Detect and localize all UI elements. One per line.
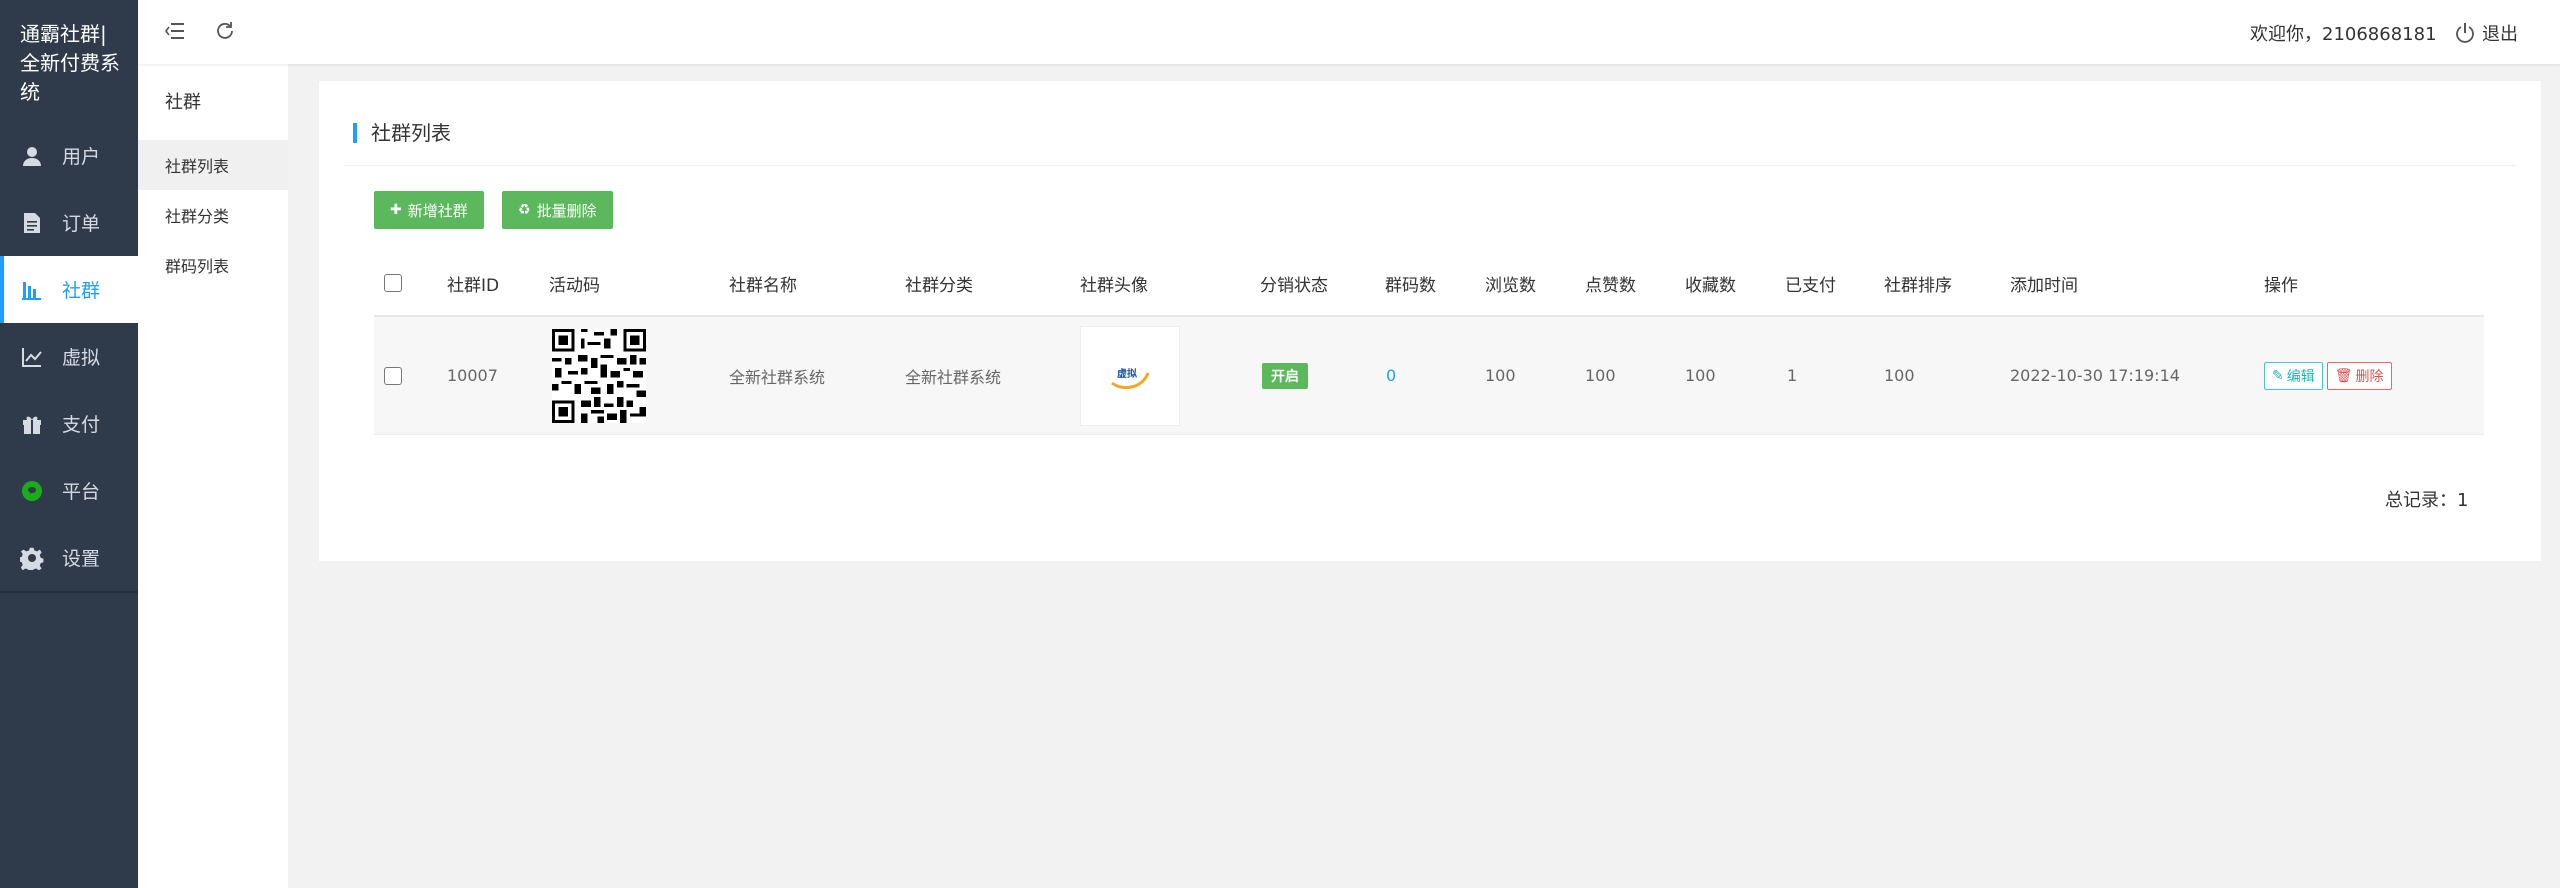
edit-button[interactable]: ✎ 编辑: [2264, 361, 2323, 390]
bars-icon: [20, 278, 44, 302]
brand-line-2: 全新付费系: [20, 51, 120, 75]
sidebar-item-community[interactable]: 社群: [0, 256, 138, 323]
community-avatar: 虚拟: [1080, 325, 1180, 426]
recycle-icon: ♻: [518, 202, 531, 218]
sidebar-item-label: 用户: [62, 146, 101, 168]
sub-sidebar: 社群 社群列表 社群分类 群码列表: [138, 0, 288, 888]
document-icon: [20, 211, 44, 235]
cell-avatar: 虚拟: [1080, 317, 1180, 434]
sidebar-item-order[interactable]: 订单: [0, 189, 138, 256]
logout-label: 退出: [2482, 24, 2518, 45]
sidebar-item-label: 虚拟: [62, 347, 101, 369]
activity-qr-code: [552, 317, 646, 434]
card-title: 社群列表: [353, 123, 451, 143]
delete-button[interactable]: 🗑 删除: [2326, 361, 2392, 390]
header-actions: 操作: [2264, 275, 2298, 296]
header-name: 社群名称: [729, 275, 797, 296]
cell-distribution-status: 开启: [1262, 317, 1308, 434]
power-icon: [2454, 22, 2476, 44]
trash-icon: 🗑: [2334, 367, 2353, 384]
header-views: 浏览数: [1485, 275, 1536, 296]
plus-icon: ✚: [390, 202, 402, 218]
cell-favorites: 100: [1685, 366, 1716, 385]
cell-category: 全新社群系统: [905, 367, 1002, 387]
table-row: 10007 全新社群系统 全新社群系统 虚拟 开启 0 100 100 100 …: [374, 317, 2484, 435]
sidebar-item-label: 平台: [62, 481, 101, 503]
community-list-card: 社群列表 ✚ 新增社群 ♻ 批量删除 社群ID 活动码 社群名称 社群分类 社群…: [319, 81, 2541, 561]
edit-label: 编辑: [2286, 368, 2315, 385]
header-sort: 社群排序: [1884, 275, 1952, 296]
chart-line-icon: [20, 345, 44, 369]
refresh-icon[interactable]: [212, 18, 238, 44]
main-sidebar: 通霸社群| 全新付费系 统 用户 订单 社群 虚拟 支付 平台 设置: [0, 0, 138, 888]
header-favorites: 收藏数: [1685, 275, 1736, 296]
subnav-item-code-list[interactable]: 群码列表: [138, 240, 288, 290]
subnav-item-community-category[interactable]: 社群分类: [138, 190, 288, 240]
community-table: 社群ID 活动码 社群名称 社群分类 社群头像 分销状态 群码数 浏览数 点赞数…: [374, 251, 2484, 435]
total-records: 总记录：1: [2385, 490, 2469, 511]
header-activity-code: 活动码: [549, 275, 600, 296]
header-avatar: 社群头像: [1080, 275, 1148, 296]
qr-code-image: [552, 328, 646, 423]
header-added-time: 添加时间: [2010, 275, 2078, 296]
header-id: 社群ID: [447, 275, 500, 296]
sidebar-item-label: 订单: [62, 213, 101, 235]
gift-icon: [20, 412, 44, 436]
logout-button[interactable]: 退出: [2454, 20, 2518, 46]
cell-added-time: 2022-10-30 17:19:14: [2010, 366, 2180, 385]
sidebar-item-virtual[interactable]: 虚拟: [0, 323, 138, 390]
cell-likes: 100: [1585, 366, 1616, 385]
header-category: 社群分类: [905, 275, 973, 296]
cell-name: 全新社群系统: [729, 367, 826, 387]
cell-paid: 1: [1787, 366, 1798, 385]
select-all-checkbox[interactable]: [384, 251, 402, 315]
menu-fold-icon[interactable]: [162, 18, 188, 44]
row-checkbox[interactable]: [384, 317, 402, 434]
sidebar-item-settings[interactable]: 设置: [0, 524, 138, 591]
sidebar-divider: [0, 591, 138, 593]
sidebar-item-label: 支付: [62, 414, 101, 436]
sidebar-item-payment[interactable]: 支付: [0, 390, 138, 457]
cell-views: 100: [1485, 366, 1516, 385]
delete-label: 删除: [2355, 368, 2384, 385]
batch-delete-button[interactable]: ♻ 批量删除: [502, 191, 613, 229]
cell-id: 10007: [447, 366, 498, 385]
cell-actions: ✎ 编辑 🗑 删除: [2264, 317, 2396, 434]
card-divider: [343, 165, 2517, 166]
sidebar-item-label: 设置: [62, 548, 101, 570]
batch-delete-label: 批量删除: [536, 201, 597, 220]
avatar-logo: 虚拟: [1111, 367, 1150, 389]
brand-line-3: 统: [20, 80, 40, 104]
cell-code-count[interactable]: 0: [1386, 317, 1396, 434]
status-badge: 开启: [1262, 362, 1308, 389]
user-icon: [20, 144, 44, 168]
sidebar-item-platform[interactable]: 平台: [0, 457, 138, 524]
subnav-item-community-list[interactable]: 社群列表: [138, 140, 288, 190]
header-code-count: 群码数: [1385, 275, 1436, 296]
pencil-icon: ✎: [2272, 367, 2284, 384]
brand-line-1: 通霸社群|: [20, 22, 107, 46]
top-bar: 欢迎你，2106868181 退出: [138, 0, 2560, 64]
platform-icon: [20, 479, 44, 503]
header-paid: 已支付: [1785, 275, 1836, 296]
cell-sort: 100: [1884, 366, 1915, 385]
header-likes: 点赞数: [1585, 275, 1636, 296]
header-distribution-status: 分销状态: [1260, 275, 1328, 296]
add-community-label: 新增社群: [407, 201, 468, 220]
brand-title: 通霸社群| 全新付费系 统: [0, 0, 138, 122]
svg-text:虚拟: 虚拟: [1117, 367, 1137, 380]
sidebar-item-label: 社群: [62, 280, 101, 302]
add-community-button[interactable]: ✚ 新增社群: [374, 191, 484, 229]
table-header: 社群ID 活动码 社群名称 社群分类 社群头像 分销状态 群码数 浏览数 点赞数…: [374, 251, 2484, 317]
gear-icon: [20, 546, 44, 570]
welcome-text: 欢迎你，2106868181: [2250, 24, 2437, 45]
sidebar-item-user[interactable]: 用户: [0, 122, 138, 189]
